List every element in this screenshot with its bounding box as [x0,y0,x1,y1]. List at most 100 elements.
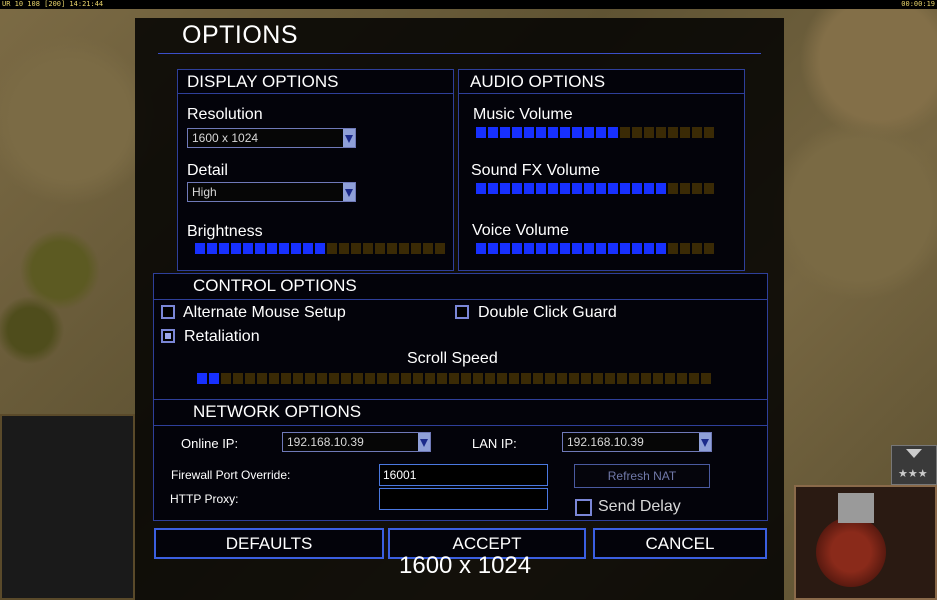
slider-segment[interactable] [536,183,546,194]
slider-segment[interactable] [291,243,301,254]
slider-segment[interactable] [617,373,627,384]
slider-segment[interactable] [387,243,397,254]
slider-segment[interactable] [533,373,543,384]
slider-segment[interactable] [521,373,531,384]
slider-segment[interactable] [317,373,327,384]
slider-segment[interactable] [704,243,714,254]
slider-segment[interactable] [524,243,534,254]
slider-segment[interactable] [209,373,219,384]
slider-segment[interactable] [305,373,315,384]
slider-segment[interactable] [560,127,570,138]
slider-segment[interactable] [461,373,471,384]
slider-segment[interactable] [572,183,582,194]
slider-segment[interactable] [267,243,277,254]
slider-segment[interactable] [512,183,522,194]
slider-segment[interactable] [500,183,510,194]
lan-ip-dropdown[interactable]: 192.168.10.39 [562,432,712,452]
slider-segment[interactable] [665,373,675,384]
slider-segment[interactable] [704,183,714,194]
slider-segment[interactable] [596,243,606,254]
minimap[interactable] [794,485,937,600]
slider-segment[interactable] [560,183,570,194]
slider-segment[interactable] [365,373,375,384]
slider-segment[interactable] [437,373,447,384]
brightness-slider[interactable] [195,243,445,254]
slider-segment[interactable] [195,243,205,254]
slider-segment[interactable] [207,243,217,254]
slider-segment[interactable] [351,243,361,254]
slider-segment[interactable] [653,373,663,384]
slider-segment[interactable] [425,373,435,384]
slider-segment[interactable] [315,243,325,254]
slider-segment[interactable] [584,183,594,194]
slider-segment[interactable] [399,243,409,254]
online-ip-dropdown[interactable]: 192.168.10.39 [282,432,431,452]
slider-segment[interactable] [608,183,618,194]
slider-segment[interactable] [353,373,363,384]
slider-segment[interactable] [632,127,642,138]
slider-segment[interactable] [435,243,445,254]
slider-segment[interactable] [401,373,411,384]
slider-segment[interactable] [692,127,702,138]
cancel-button[interactable]: CANCEL [593,528,767,559]
slider-segment[interactable] [512,127,522,138]
slider-segment[interactable] [701,373,711,384]
slider-segment[interactable] [488,243,498,254]
slider-segment[interactable] [557,373,567,384]
slider-segment[interactable] [341,373,351,384]
slider-segment[interactable] [644,127,654,138]
slider-segment[interactable] [281,373,291,384]
double-click-guard-label[interactable]: Double Click Guard [478,304,617,322]
dropdown-arrow-icon[interactable] [418,433,430,451]
slider-segment[interactable] [329,373,339,384]
slider-segment[interactable] [524,127,534,138]
slider-segment[interactable] [545,373,555,384]
slider-segment[interactable] [629,373,639,384]
slider-segment[interactable] [692,243,702,254]
music-volume-slider[interactable] [476,127,714,138]
slider-segment[interactable] [704,127,714,138]
slider-segment[interactable] [560,243,570,254]
slider-segment[interactable] [584,243,594,254]
slider-segment[interactable] [572,243,582,254]
slider-segment[interactable] [569,373,579,384]
slider-segment[interactable] [689,373,699,384]
slider-segment[interactable] [243,243,253,254]
slider-segment[interactable] [476,243,486,254]
slider-segment[interactable] [245,373,255,384]
slider-segment[interactable] [632,243,642,254]
slider-segment[interactable] [363,243,373,254]
slider-segment[interactable] [509,373,519,384]
slider-segment[interactable] [413,373,423,384]
slider-segment[interactable] [512,243,522,254]
firewall-port-input[interactable]: 16001 [379,464,548,486]
slider-segment[interactable] [668,183,678,194]
slider-segment[interactable] [668,243,678,254]
slider-segment[interactable] [488,127,498,138]
control-bar-toggle[interactable]: ★★★ [891,445,937,485]
slider-segment[interactable] [327,243,337,254]
slider-segment[interactable] [548,127,558,138]
dropdown-arrow-icon[interactable] [699,433,711,451]
slider-segment[interactable] [548,243,558,254]
slider-segment[interactable] [375,243,385,254]
slider-segment[interactable] [605,373,615,384]
slider-segment[interactable] [680,183,690,194]
double-click-guard-checkbox[interactable] [455,305,469,319]
slider-segment[interactable] [269,373,279,384]
slider-segment[interactable] [473,373,483,384]
slider-segment[interactable] [197,373,207,384]
slider-segment[interactable] [656,183,666,194]
slider-segment[interactable] [644,183,654,194]
slider-segment[interactable] [620,243,630,254]
voice-volume-slider[interactable] [476,243,714,254]
slider-segment[interactable] [680,127,690,138]
slider-segment[interactable] [677,373,687,384]
dropdown-arrow-icon[interactable] [343,129,355,147]
slider-segment[interactable] [500,243,510,254]
send-delay-label[interactable]: Send Delay [598,498,681,516]
slider-segment[interactable] [584,127,594,138]
slider-segment[interactable] [476,183,486,194]
slider-segment[interactable] [608,127,618,138]
slider-segment[interactable] [476,127,486,138]
